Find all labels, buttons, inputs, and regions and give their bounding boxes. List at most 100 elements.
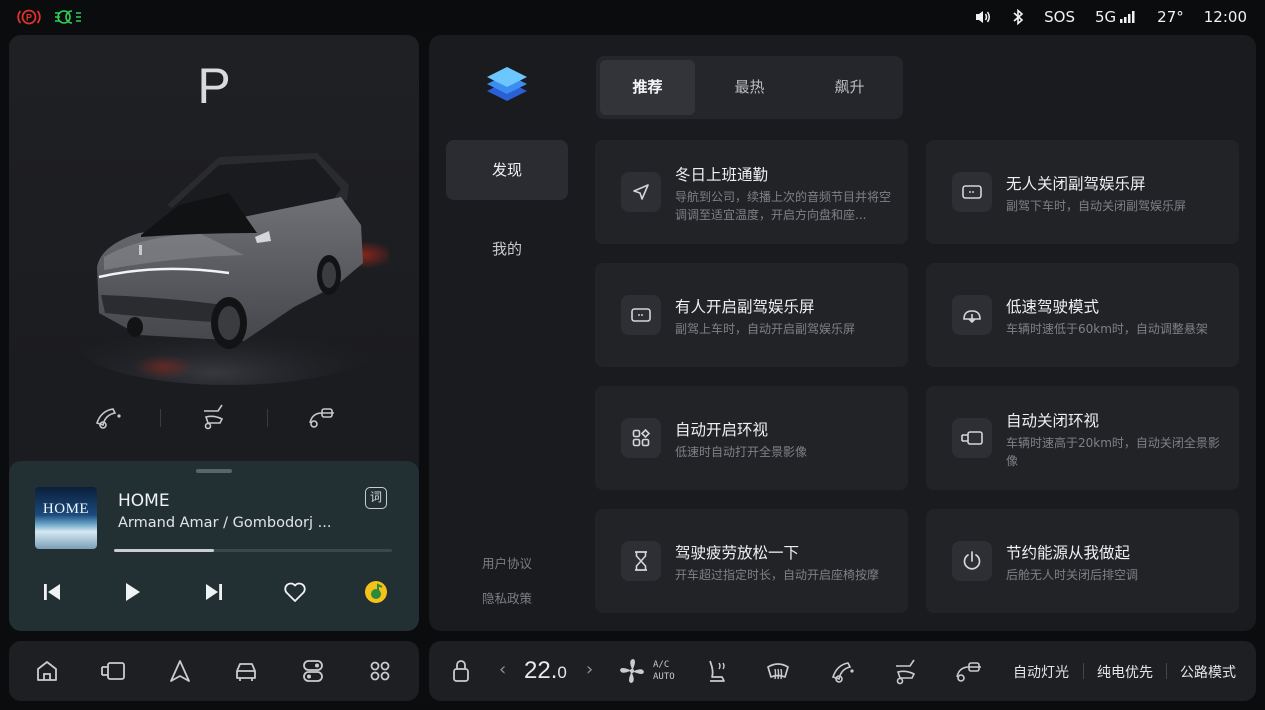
climate-dock: ‹ 22.0 › A/C AUTO 自动灯光 纯电优先 公路模式 [429, 641, 1256, 701]
scene-card[interactable]: 低速驾驶模式 车辆时速低于60km时，自动调整悬架 [926, 263, 1239, 367]
scene-card-title: 自动关闭环视 [1006, 412, 1100, 430]
svg-text:P: P [26, 13, 32, 23]
divider [160, 409, 161, 427]
previous-icon[interactable] [37, 577, 67, 607]
app-dock [9, 641, 419, 701]
highway-mode-toggle[interactable]: 公路模式 [1180, 662, 1236, 682]
seat-mode-3-icon[interactable] [952, 655, 984, 687]
cabin-mode-1-icon[interactable] [91, 401, 127, 431]
scene-card-description: 低速时自动打开全景影像 [675, 445, 808, 459]
scene-card[interactable]: 自动关闭环视 车辆时速高于20km时，自动关闭全景影像 [926, 386, 1239, 490]
ac-label: A/C [653, 660, 670, 670]
user-agreement-link[interactable]: 用户协议 [446, 553, 568, 572]
scene-card[interactable]: 有人开启副驾娱乐屏 副驾上车时，自动开启副驾娱乐屏 [595, 263, 908, 367]
drag-handle[interactable] [196, 469, 232, 473]
fan-icon[interactable] [617, 655, 647, 687]
tab-mine[interactable]: 我的 [446, 219, 568, 279]
car-image[interactable] [79, 145, 394, 385]
ac-mode-label[interactable]: A/C AUTO [653, 659, 675, 683]
cabin-mode-3-icon[interactable] [304, 401, 340, 431]
navigation-arrow-icon [621, 172, 661, 212]
scene-card-description: 导航到公司，续播上次的音频节目并将空调调至适宜温度，开启方向盘和座... [675, 190, 892, 222]
playback-progress-fill [114, 549, 215, 552]
network-indicator: 5G [1095, 8, 1137, 26]
temperature-value: 22. [524, 657, 558, 684]
scene-card[interactable]: 自动开启环视 低速时自动打开全景影像 [595, 386, 908, 490]
ranking-tabs: 推荐 最热 飙升 [596, 56, 903, 119]
scene-card[interactable]: 冬日上班通勤 导航到公司，续播上次的音频节目并将空调调至适宜温度，开启方向盘和座… [595, 140, 908, 244]
seat-mode-2-icon[interactable] [889, 655, 919, 687]
lock-icon[interactable] [449, 655, 473, 687]
app-logo [485, 67, 529, 107]
clock: 12:00 [1203, 8, 1247, 26]
lyrics-button[interactable]: 词 [365, 487, 387, 509]
cabin-modes [9, 397, 419, 437]
outside-temperature: 27° [1157, 8, 1184, 26]
album-cover[interactable]: HOME [35, 487, 97, 549]
camera-off-icon [952, 418, 992, 458]
divider [267, 409, 268, 427]
vehicle-control-icon[interactable] [98, 657, 128, 685]
toggles-icon[interactable] [298, 657, 328, 685]
network-type: 5G [1095, 8, 1117, 26]
passenger-screen-on-icon [621, 295, 661, 335]
vehicle-panel: P HOME HOME Armand Amar / Gombodorj ... … [9, 35, 419, 631]
surround-view-icon [621, 418, 661, 458]
privacy-policy-link[interactable]: 隐私政策 [446, 588, 568, 607]
seat-heat-icon[interactable] [701, 655, 731, 687]
scenes-panel: 发现 我的 用户协议 隐私政策 推荐 最热 飙升 冬日上班通勤 导航到公司，续播… [429, 35, 1256, 631]
tab-recommended[interactable]: 推荐 [600, 60, 695, 115]
brake-warning-icon: P [16, 7, 42, 31]
divider [1083, 663, 1084, 679]
signal-icon [1119, 10, 1137, 24]
scene-card-title: 节约能源从我做起 [1006, 544, 1131, 562]
ev-priority-toggle[interactable]: 纯电优先 [1097, 662, 1153, 682]
hourglass-icon [621, 541, 661, 581]
sos-button[interactable]: SOS [1044, 8, 1075, 26]
temp-increase-button[interactable]: › [586, 659, 593, 680]
tab-hottest[interactable]: 最热 [702, 60, 797, 115]
scene-card-title: 有人开启副驾娱乐屏 [675, 298, 815, 316]
car-icon[interactable] [231, 657, 261, 685]
tab-rising[interactable]: 飙升 [802, 60, 897, 115]
scene-card-title: 自动开启环视 [675, 421, 769, 439]
favorite-icon[interactable] [280, 577, 310, 607]
defrost-icon[interactable] [763, 655, 793, 687]
next-icon[interactable] [199, 577, 229, 607]
scene-card-description: 开车超过指定时长，自动开启座椅按摩 [675, 568, 880, 582]
playback-progress[interactable] [114, 549, 392, 552]
scene-card-description: 后舱无人时关闭后排空调 [1006, 568, 1139, 582]
home-icon[interactable] [32, 657, 62, 685]
seat-mode-1-icon[interactable] [827, 655, 857, 687]
scene-card[interactable]: 无人关闭副驾娱乐屏 副驾下车时，自动关闭副驾娱乐屏 [926, 140, 1239, 244]
temperature-readout[interactable]: 22.0 [524, 657, 567, 685]
divider [1166, 663, 1167, 679]
apps-grid-icon[interactable] [365, 657, 395, 685]
scene-card-description: 车辆时速高于20km时，自动关闭全景影像 [1006, 436, 1220, 468]
parking-lights-icon [54, 7, 82, 31]
passenger-screen-off-icon [952, 172, 992, 212]
scene-card-description: 车辆时速低于60km时，自动调整悬架 [1006, 322, 1208, 336]
auto-lights-toggle[interactable]: 自动灯光 [1013, 662, 1069, 682]
media-player: HOME HOME Armand Amar / Gombodorj ... 词 [9, 461, 419, 631]
bluetooth-icon[interactable] [1012, 8, 1024, 26]
temperature-decimal: 0 [557, 663, 567, 682]
scene-card-title: 冬日上班通勤 [675, 166, 769, 184]
navigation-icon[interactable] [165, 657, 195, 685]
scene-card[interactable]: 节约能源从我做起 后舱无人时关闭后排空调 [926, 509, 1239, 613]
music-app-icon[interactable] [361, 577, 391, 607]
track-title: HOME [118, 491, 170, 511]
volume-icon[interactable] [974, 9, 992, 25]
scene-card-title: 无人关闭副驾娱乐屏 [1006, 175, 1146, 193]
cabin-mode-2-icon[interactable] [196, 401, 232, 431]
track-artist: Armand Amar / Gombodorj ... [118, 515, 332, 531]
gear-indicator: P [197, 58, 231, 114]
temp-decrease-button[interactable]: ‹ [499, 659, 506, 680]
scene-card-title: 低速驾驶模式 [1006, 298, 1100, 316]
play-icon[interactable] [117, 577, 147, 607]
auto-label: AUTO [653, 672, 675, 682]
scene-card[interactable]: 驾驶疲劳放松一下 开车超过指定时长，自动开启座椅按摩 [595, 509, 908, 613]
album-cover-text: HOME [42, 501, 90, 517]
tab-discover[interactable]: 发现 [446, 140, 568, 200]
suspension-icon [952, 295, 992, 335]
